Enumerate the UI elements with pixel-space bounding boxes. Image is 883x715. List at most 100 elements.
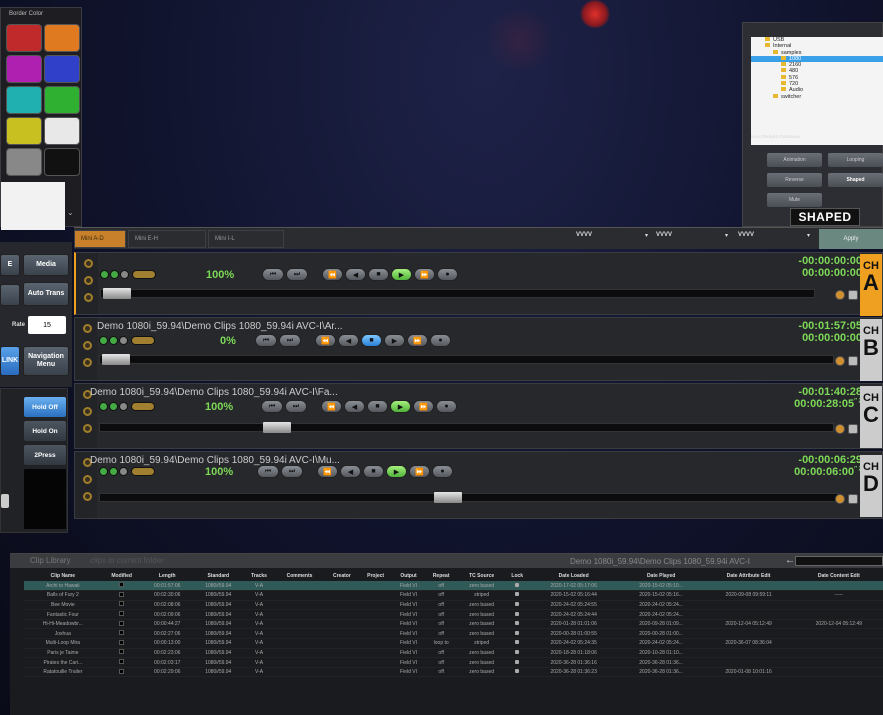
gear-icon[interactable]: [83, 358, 92, 367]
status-dot[interactable]: [119, 402, 128, 411]
gear-icon[interactable]: [84, 293, 93, 302]
gear-icon[interactable]: [83, 424, 92, 433]
column-header[interactable]: Comments: [274, 571, 324, 581]
loop-icon[interactable]: [132, 270, 156, 279]
color-swatch[interactable]: [44, 55, 80, 83]
progress-track[interactable]: [99, 354, 834, 365]
channel-label[interactable]: CH D: [860, 455, 882, 517]
gear-icon[interactable]: [83, 341, 92, 350]
prev-clip-button[interactable]: ⏮: [262, 268, 284, 281]
status-dot[interactable]: [99, 336, 108, 345]
column-header[interactable]: Lock: [506, 571, 529, 581]
step-back-button[interactable]: ◀: [344, 400, 365, 413]
tab-mini-i-l[interactable]: Mini I-L: [208, 230, 284, 248]
rewind-button[interactable]: ⏪: [322, 268, 343, 281]
next-clip-button[interactable]: ⏭: [279, 334, 301, 347]
lock-icon[interactable]: [515, 640, 520, 645]
fast-forward-button[interactable]: ⏩: [413, 400, 434, 413]
status-dot[interactable]: [109, 467, 118, 476]
record-button[interactable]: ●: [432, 465, 453, 478]
column-header[interactable]: Date Played: [619, 571, 704, 581]
stop-button[interactable]: ■: [363, 465, 384, 478]
column-header[interactable]: Clip Name: [24, 571, 102, 581]
reverse-button[interactable]: Reverse: [767, 173, 822, 187]
channel-label[interactable]: CH A: [860, 253, 882, 316]
progress-track[interactable]: [100, 288, 815, 299]
lock-icon[interactable]: [515, 611, 520, 616]
step-back-button[interactable]: ◀: [345, 268, 366, 281]
table-row[interactable]: Joshua 00:02:27:06 1080i/59.94 V-A Field VI o…: [24, 628, 883, 640]
mute-button[interactable]: Mute: [767, 193, 822, 207]
chevron-down-icon[interactable]: ⌄: [67, 208, 74, 217]
loop-icon[interactable]: [131, 336, 155, 345]
record-button[interactable]: ●: [436, 400, 457, 413]
status-dot[interactable]: [120, 270, 129, 279]
progress-track[interactable]: [99, 422, 834, 433]
color-swatch[interactable]: [44, 148, 80, 176]
fast-forward-button[interactable]: ⏩: [407, 334, 428, 347]
loop-icon[interactable]: [131, 467, 155, 476]
rewind-button[interactable]: ⏪: [317, 465, 338, 478]
lock-icon[interactable]: [515, 649, 520, 654]
column-header[interactable]: Date Attribute Edit: [704, 571, 794, 581]
edit-icon[interactable]: [848, 356, 858, 366]
column-header[interactable]: Length: [142, 571, 193, 581]
step-back-button[interactable]: ◀: [338, 334, 359, 347]
select-3[interactable]: VVVV ▾: [738, 232, 814, 246]
column-header[interactable]: Output: [392, 571, 425, 581]
next-clip-button[interactable]: ⏭: [281, 465, 303, 478]
select-1[interactable]: VVVV ▾: [576, 232, 652, 246]
play-button[interactable]: ▶: [391, 268, 412, 281]
modified-checkbox[interactable]: [119, 639, 125, 645]
progress-thumb[interactable]: [103, 288, 131, 299]
progress-thumb[interactable]: [263, 422, 292, 433]
select-2[interactable]: VVVV ▾: [656, 232, 732, 246]
settings-icon[interactable]: [835, 424, 845, 434]
stop-button[interactable]: ■: [361, 334, 382, 347]
lock-icon[interactable]: [515, 582, 520, 587]
column-header[interactable]: Standard: [193, 571, 244, 581]
table-row[interactable]: Balls of Fury 2 00:02:30:06 1080i/59.94 V-A…: [24, 590, 883, 601]
lock-icon[interactable]: [515, 630, 520, 635]
stop-button[interactable]: ■: [367, 400, 388, 413]
step-back-button[interactable]: ◀: [340, 465, 361, 478]
lock-icon[interactable]: [515, 601, 520, 606]
prev-clip-button[interactable]: ⏮: [255, 334, 277, 347]
lock-icon[interactable]: [515, 659, 520, 664]
column-header[interactable]: Project: [359, 571, 392, 581]
back-arrow-icon[interactable]: ←: [785, 555, 795, 566]
hold-on-button[interactable]: Hold On: [24, 421, 66, 441]
2press-button[interactable]: 2Press: [24, 445, 66, 465]
record-button[interactable]: ●: [437, 268, 458, 281]
apply-button[interactable]: Apply: [819, 229, 883, 249]
status-dot[interactable]: [99, 402, 108, 411]
hold-off-button[interactable]: Hold Off: [24, 397, 66, 417]
status-dot[interactable]: [99, 467, 108, 476]
modified-checkbox[interactable]: [119, 611, 125, 617]
rewind-button[interactable]: ⏪: [321, 400, 342, 413]
table-row[interactable]: Pirates the Cari... 00:02:03:17 1080i/59.9…: [24, 657, 883, 668]
slider-handle[interactable]: [1, 494, 9, 508]
column-header[interactable]: Repeat: [425, 571, 457, 581]
navigation-menu-button[interactable]: Navigation Menu: [23, 346, 69, 376]
edit-icon[interactable]: [848, 494, 858, 504]
modified-checkbox[interactable]: [119, 582, 125, 588]
status-dot[interactable]: [110, 270, 119, 279]
gear-icon[interactable]: [84, 276, 93, 285]
table-row[interactable]: Archi to Hawaii 00:01:57:06 1080i/59.94 V-A…: [24, 581, 883, 592]
animation-button[interactable]: Animation: [767, 153, 822, 167]
modified-checkbox[interactable]: [119, 668, 125, 674]
edit-icon[interactable]: [848, 290, 858, 300]
settings-icon[interactable]: [835, 494, 845, 504]
lock-icon[interactable]: [515, 669, 520, 674]
color-swatch[interactable]: [6, 117, 42, 145]
gear-icon[interactable]: [83, 324, 92, 333]
play-button[interactable]: ▶: [386, 465, 407, 478]
table-row[interactable]: Hi-Hi-Meadowbr... 00:00:44:27 1080i/59.94 V…: [24, 619, 883, 630]
status-dot[interactable]: [109, 402, 118, 411]
progress-track[interactable]: [99, 492, 839, 503]
color-preview[interactable]: [1, 182, 65, 230]
auto-trans-button[interactable]: Auto Trans: [23, 282, 69, 306]
link-button[interactable]: LINK: [0, 346, 20, 376]
column-header[interactable]: TC Source: [457, 571, 506, 581]
